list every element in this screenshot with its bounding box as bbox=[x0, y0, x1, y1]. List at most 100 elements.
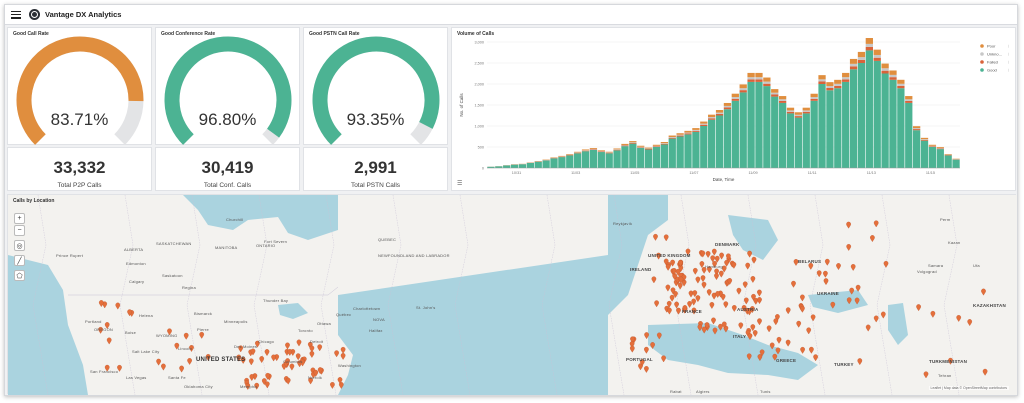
bar-segment-unknown[interactable] bbox=[889, 74, 897, 78]
zoom-out-button[interactable]: − bbox=[14, 225, 25, 236]
bar-segment-failed[interactable] bbox=[818, 81, 826, 84]
bar-segment-unknown[interactable] bbox=[715, 112, 724, 114]
bar-segment-unknown[interactable] bbox=[723, 105, 732, 108]
bar-segment-poor[interactable] bbox=[739, 84, 747, 89]
bar-segment-poor[interactable] bbox=[834, 79, 842, 84]
bar-segment-unknown[interactable] bbox=[700, 123, 708, 125]
bar-segment-unknown[interactable] bbox=[684, 132, 692, 134]
bar-segment-good[interactable] bbox=[944, 155, 952, 168]
bar-segment-poor[interactable] bbox=[849, 58, 858, 64]
bar-segment-unknown[interactable] bbox=[778, 99, 787, 101]
bar-segment-good[interactable] bbox=[597, 152, 605, 168]
bar-segment-poor[interactable] bbox=[889, 70, 897, 75]
bar-segment-good[interactable] bbox=[589, 149, 598, 168]
bar-segment-failed[interactable] bbox=[857, 59, 866, 63]
bar-segment-poor[interactable] bbox=[818, 75, 826, 80]
bar-segment-good[interactable] bbox=[771, 96, 779, 168]
bar-segment-failed[interactable] bbox=[589, 149, 598, 150]
bar-segment-failed[interactable] bbox=[629, 142, 637, 144]
bar-segment-poor[interactable] bbox=[873, 49, 881, 55]
bar-segment-failed[interactable] bbox=[621, 145, 629, 147]
legend-toggle-icon[interactable]: ⁝ bbox=[1008, 60, 1009, 65]
bar-segment-unknown[interactable] bbox=[786, 110, 795, 112]
bar-segment-unknown[interactable] bbox=[818, 79, 826, 82]
bar-segment-unknown[interactable] bbox=[763, 81, 771, 84]
legend-toggle-icon[interactable]: ⁝ bbox=[1008, 68, 1009, 73]
bar-segment-poor[interactable] bbox=[723, 102, 732, 106]
bar-segment-failed[interactable] bbox=[747, 79, 755, 82]
bar-segment-unknown[interactable] bbox=[873, 54, 881, 58]
bar-segment-failed[interactable] bbox=[881, 70, 889, 74]
bar-segment-unknown[interactable] bbox=[913, 128, 921, 130]
bar-segment-failed[interactable] bbox=[660, 143, 669, 145]
bar-segment-failed[interactable] bbox=[778, 100, 787, 103]
bar-segment-good[interactable] bbox=[842, 81, 850, 168]
bar-segment-poor[interactable] bbox=[581, 149, 590, 151]
bar-segment-good[interactable] bbox=[621, 146, 629, 168]
bar-segment-good[interactable] bbox=[715, 115, 724, 169]
bar-segment-good[interactable] bbox=[637, 147, 645, 168]
bar-segment-failed[interactable] bbox=[810, 98, 818, 101]
bar-segment-good[interactable] bbox=[684, 134, 692, 168]
bar-segment-good[interactable] bbox=[660, 144, 669, 168]
bar-segment-unknown[interactable] bbox=[692, 129, 700, 131]
bar-segment-poor[interactable] bbox=[621, 143, 629, 145]
map-canvas[interactable] bbox=[8, 195, 1017, 395]
legend-label[interactable]: Failed bbox=[987, 60, 998, 65]
bar-segment-failed[interactable] bbox=[794, 116, 803, 118]
bar-segment-good[interactable] bbox=[810, 100, 818, 168]
bar-segment-good[interactable] bbox=[755, 81, 763, 168]
bar-segment-good[interactable] bbox=[542, 160, 550, 168]
bar-segment-failed[interactable] bbox=[905, 100, 913, 103]
legend-label[interactable]: Unkno... bbox=[987, 52, 1002, 57]
bar-segment-poor[interactable] bbox=[629, 141, 637, 143]
bar-segment-poor[interactable] bbox=[920, 137, 929, 140]
bar-segment-poor[interactable] bbox=[668, 135, 676, 137]
draw-line-button[interactable]: ╱ bbox=[14, 255, 25, 266]
bar-segment-poor[interactable] bbox=[731, 93, 739, 98]
bar-segment-good[interactable] bbox=[897, 88, 905, 168]
bar-segment-failed[interactable] bbox=[700, 124, 708, 126]
draw-shape-button[interactable]: ⬠ bbox=[14, 270, 25, 281]
bar-segment-good[interactable] bbox=[849, 69, 858, 168]
bar-segment-failed[interactable] bbox=[913, 129, 921, 131]
locate-button[interactable]: ◎ bbox=[14, 240, 25, 251]
bar-segment-poor[interactable] bbox=[597, 150, 605, 152]
bar-segment-failed[interactable] bbox=[676, 135, 684, 137]
bar-segment-poor[interactable] bbox=[786, 107, 795, 111]
bar-segment-unknown[interactable] bbox=[834, 83, 842, 86]
bar-segment-good[interactable] bbox=[629, 143, 637, 168]
bar-segment-poor[interactable] bbox=[574, 151, 582, 153]
bar-segment-good[interactable] bbox=[550, 158, 558, 168]
bar-segment-poor[interactable] bbox=[589, 148, 598, 149]
bar-segment-unknown[interactable] bbox=[857, 57, 866, 60]
bar-segment-good[interactable] bbox=[865, 50, 873, 168]
bar-segment-unknown[interactable] bbox=[629, 142, 637, 143]
bar-segment-good[interactable] bbox=[692, 131, 700, 168]
bar-segment-failed[interactable] bbox=[849, 66, 858, 70]
bar-segment-good[interactable] bbox=[802, 113, 810, 168]
bar-segment-failed[interactable] bbox=[723, 107, 732, 110]
bar-segment-poor[interactable] bbox=[708, 114, 716, 118]
zoom-in-button[interactable]: + bbox=[14, 213, 25, 224]
bar-segment-unknown[interactable] bbox=[849, 63, 858, 67]
bar-segment-good[interactable] bbox=[786, 113, 795, 168]
bar-segment-failed[interactable] bbox=[928, 146, 937, 147]
bar-segment-poor[interactable] bbox=[936, 147, 944, 149]
bar-segment-good[interactable] bbox=[652, 147, 661, 168]
bar-segment-good[interactable] bbox=[794, 117, 803, 168]
legend-toggle-icon[interactable]: ⁝ bbox=[1008, 44, 1009, 49]
bar-segment-good[interactable] bbox=[644, 149, 653, 168]
bar-segment-poor[interactable] bbox=[771, 89, 779, 93]
bar-segment-failed[interactable] bbox=[755, 79, 763, 82]
bar-segment-unknown[interactable] bbox=[920, 139, 929, 140]
bar-segment-poor[interactable] bbox=[652, 144, 661, 146]
bar-segment-poor[interactable] bbox=[747, 72, 755, 78]
bar-segment-failed[interactable] bbox=[637, 147, 645, 148]
bar-segment-good[interactable] bbox=[503, 165, 511, 168]
map-attribution[interactable]: Leaflet | Map data © OpenStreetMap contr… bbox=[928, 386, 1009, 390]
bar-segment-failed[interactable] bbox=[771, 94, 779, 97]
bar-segment-unknown[interactable] bbox=[865, 43, 873, 47]
bar-segment-failed[interactable] bbox=[692, 130, 700, 132]
bar-segment-unknown[interactable] bbox=[708, 117, 716, 119]
